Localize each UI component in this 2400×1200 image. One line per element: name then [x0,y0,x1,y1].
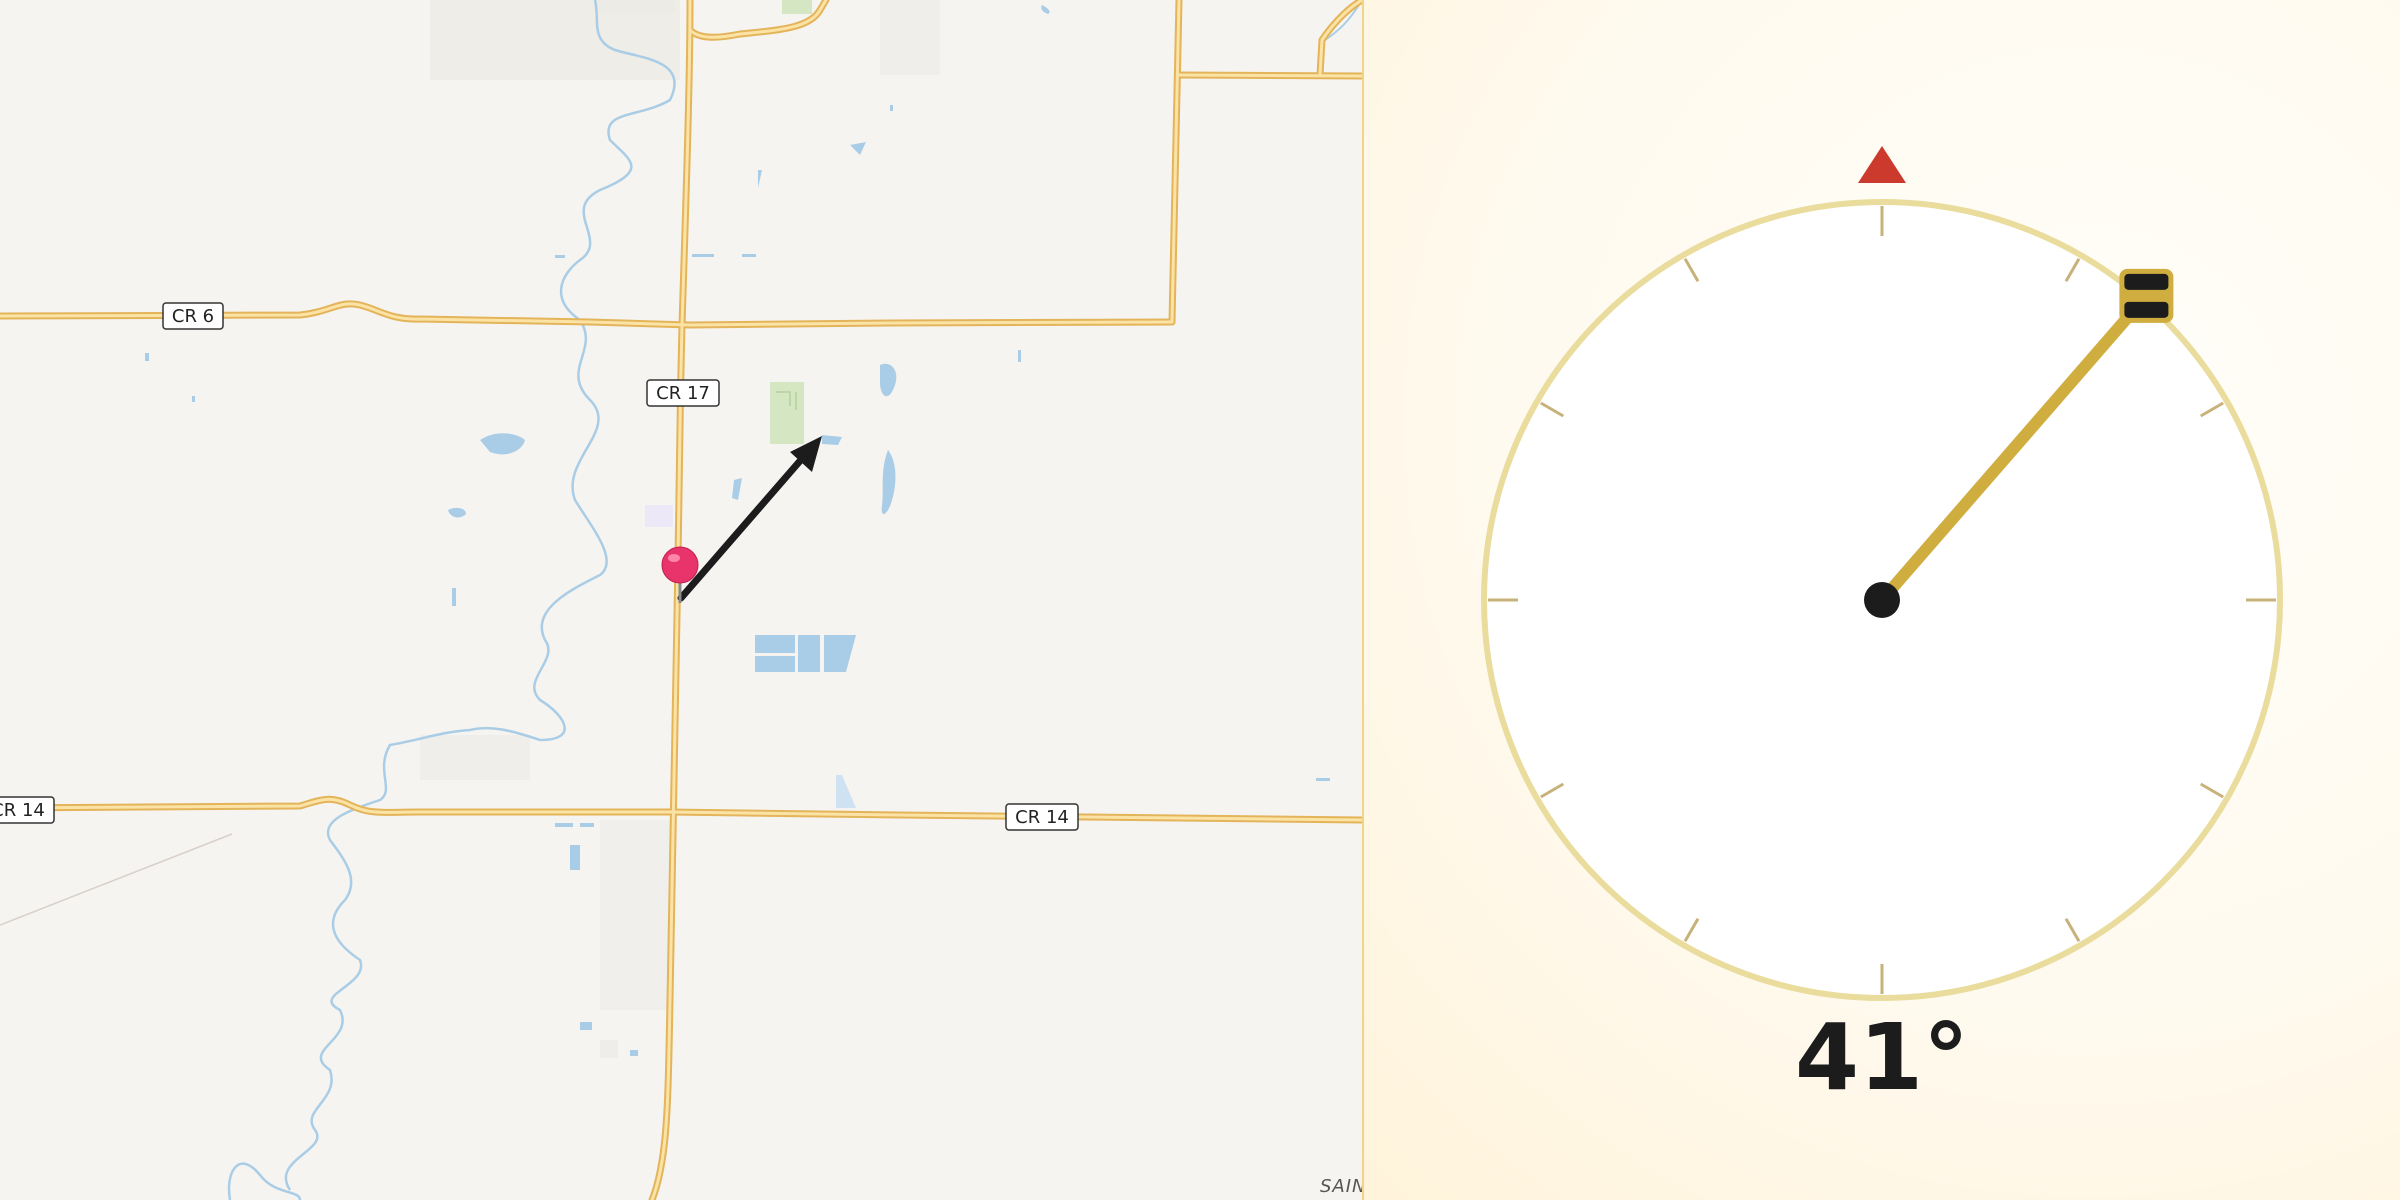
park-area [782,0,812,14]
pond [630,1050,638,1056]
pond [755,635,795,653]
compass-panel: 41° [1364,0,2400,1200]
pond [758,170,762,188]
pond [1018,350,1021,362]
location-pin-icon[interactable] [661,546,699,603]
road-label-cr14-right: CR 14 [1005,803,1079,831]
road-label-cr6: CR 6 [162,302,224,330]
pond [570,845,580,870]
pond [1041,5,1050,14]
landuse-area [645,505,673,527]
pond [692,254,714,257]
map-canvas[interactable]: CR 6 CR 17 CR 14 CR 14 SAIN [0,0,1362,1200]
svg-text:CR 14: CR 14 [0,800,45,821]
pond [480,433,525,455]
heading-arrow [677,436,822,602]
pond [850,142,866,155]
place-label: SAIN [1320,1176,1362,1197]
svg-text:CR 17: CR 17 [656,383,710,404]
map-view[interactable]: CR 6 CR 17 CR 14 CR 14 SAIN [0,0,1362,1200]
pond [836,775,856,808]
landuse-area [600,820,670,1010]
pond [880,363,897,397]
north-marker-icon [1858,146,1906,183]
landuse-area [595,0,675,12]
svg-text:CR 6: CR 6 [172,306,214,327]
pond [881,450,896,515]
pond [890,105,893,111]
pond [555,255,565,258]
pond [452,588,456,606]
pond [580,1022,592,1030]
pond [192,396,195,402]
road-label-cr14-left: CR 14 [0,796,55,824]
pond [798,635,820,672]
pond [822,435,842,445]
landuse-area [420,735,530,780]
pond [448,507,466,518]
pond [732,478,742,500]
pond [742,254,756,257]
heading-readout: 41° [1794,1004,1970,1111]
pond [145,353,149,361]
landuse-area [880,0,940,75]
svg-text:CR 14: CR 14 [1015,807,1069,828]
road-label-cr17: CR 17 [646,379,720,407]
pond [755,656,795,672]
boundary-line [0,833,233,926]
compass-center-dot [1864,582,1900,618]
pond [1316,778,1330,781]
landuse-area [600,1040,618,1058]
needle-tip-icon [2119,268,2174,323]
river [284,0,676,1191]
pond [555,823,573,827]
pond [580,823,594,827]
pond [824,635,856,672]
